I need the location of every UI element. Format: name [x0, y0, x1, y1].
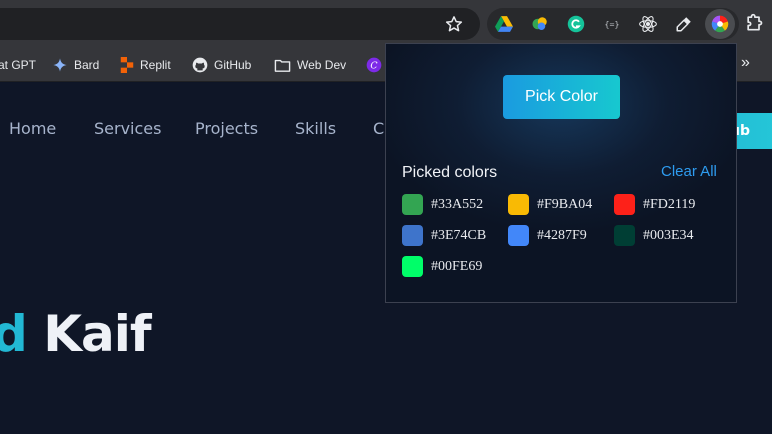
bookmark-label: Bard — [74, 58, 100, 72]
github-icon — [192, 57, 208, 73]
folder-icon — [274, 59, 291, 72]
bookmark-chatgpt[interactable]: at GPT — [0, 56, 36, 74]
picked-colors-grid: #33A552 #F9BA04 #FD2119 #3E74CB #4287F9 … — [402, 194, 732, 284]
pick-color-button[interactable]: Pick Color — [503, 75, 620, 119]
bookmark-label: GitHub — [214, 58, 252, 72]
nav-services[interactable]: Services — [94, 119, 161, 138]
hero-accent-text: d — [0, 305, 28, 363]
bookmark-bard[interactable]: Bard — [52, 56, 99, 74]
color-hex: #4287F9 — [537, 227, 587, 243]
bookmark-folder-webdev[interactable]: Web Dev — [274, 56, 346, 74]
picked-colors-heading: Picked colors — [402, 164, 498, 181]
browser-toolbar: {=} — [0, 0, 772, 48]
nav-projects[interactable]: Projects — [195, 119, 258, 138]
color-chip — [402, 194, 423, 215]
bookmark-github[interactable]: GitHub — [192, 56, 251, 74]
nav-skills[interactable]: Skills — [295, 119, 336, 138]
color-hex: #003E34 — [643, 227, 694, 243]
color-drop-icon[interactable] — [528, 12, 552, 36]
color-swatch[interactable]: #4287F9 — [508, 225, 587, 246]
nav-home[interactable]: Home — [9, 119, 56, 138]
bookmark-canva[interactable]: C — [366, 56, 382, 74]
bookmark-label: at GPT — [0, 58, 37, 72]
color-swatch[interactable]: #33A552 — [402, 194, 483, 215]
color-swatch[interactable]: #3E74CB — [402, 225, 486, 246]
address-bar[interactable] — [0, 8, 480, 40]
color-hex: #FD2119 — [643, 196, 696, 212]
color-chip — [614, 225, 635, 246]
bookmark-label: Replit — [140, 58, 171, 72]
react-devtools-icon[interactable] — [636, 12, 660, 36]
color-hex: #00FE69 — [431, 258, 483, 274]
color-chip — [402, 225, 423, 246]
hero-title: d Kaif — [0, 305, 152, 363]
color-swatch[interactable]: #003E34 — [614, 225, 694, 246]
more-bookmarks-chevron-icon[interactable]: » — [741, 54, 750, 72]
color-picker-popup: Pick Color Picked colors Clear All #33A5… — [385, 43, 737, 303]
google-drive-icon[interactable] — [492, 12, 516, 36]
color-hex: #3E74CB — [431, 227, 487, 243]
bookmark-label: Web Dev — [297, 58, 347, 72]
color-swatch[interactable]: #00FE69 — [402, 256, 482, 277]
color-swatch[interactable]: #F9BA04 — [508, 194, 592, 215]
clear-all-link[interactable]: Clear All — [661, 163, 717, 180]
json-viewer-icon[interactable]: {=} — [600, 12, 624, 36]
canva-icon: C — [366, 57, 382, 73]
color-picker-extension-icon[interactable] — [705, 9, 735, 39]
color-chip — [614, 194, 635, 215]
hero-main-text: Kaif — [43, 305, 151, 363]
color-chip — [402, 256, 423, 277]
svg-text:C: C — [370, 60, 377, 71]
color-hex: #F9BA04 — [537, 196, 593, 212]
replit-icon — [120, 57, 134, 73]
bard-sparkle-icon — [53, 58, 67, 72]
color-hex: #33A552 — [431, 196, 484, 212]
color-chip — [508, 194, 529, 215]
eyedropper-icon[interactable] — [672, 12, 696, 36]
svg-text:{=}: {=} — [605, 19, 620, 29]
grammarly-icon[interactable] — [564, 12, 588, 36]
bookmark-star-icon[interactable] — [443, 13, 465, 35]
color-swatch[interactable]: #FD2119 — [614, 194, 695, 215]
color-chip — [508, 225, 529, 246]
extensions-puzzle-icon[interactable] — [744, 13, 766, 35]
bookmark-replit[interactable]: Replit — [120, 56, 171, 74]
